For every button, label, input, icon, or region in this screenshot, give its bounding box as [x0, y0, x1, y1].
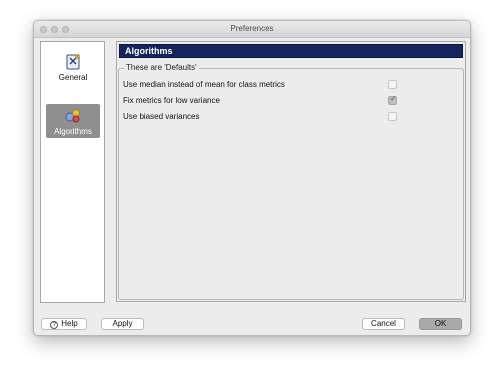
help-icon: ?: [50, 321, 59, 329]
sidebar-item-general[interactable]: General: [46, 50, 100, 84]
window-title: Preferences: [230, 24, 274, 33]
option-label: Use biased variances: [123, 112, 200, 121]
sidebar-item-algorithms[interactable]: Algorithms: [46, 104, 100, 138]
algorithms-icon: [64, 107, 82, 125]
sidebar-item-label: General: [58, 73, 88, 82]
general-settings-icon: [64, 53, 82, 71]
sidebar-item-label: Algorithms: [54, 127, 92, 136]
biased-variances-checkbox[interactable]: [388, 112, 397, 121]
panel-title: Algorithms: [119, 44, 463, 58]
preferences-window: Preferences General Algorithms Algorithm…: [33, 20, 471, 336]
option-row-low-variance: Fix metrics for low variance ✓: [123, 94, 459, 108]
ok-button[interactable]: OK: [419, 318, 462, 330]
option-label: Fix metrics for low variance: [123, 96, 220, 105]
help-label: Help: [61, 319, 78, 328]
low-variance-checkbox[interactable]: ✓: [388, 94, 397, 105]
group-title: These are 'Defaults': [124, 63, 199, 72]
median-checkbox[interactable]: [388, 80, 397, 89]
checkmark-icon: ✓: [390, 94, 397, 103]
help-button[interactable]: ? Help: [41, 318, 87, 330]
defaults-group: These are 'Defaults' Use median instead …: [118, 63, 464, 300]
option-label: Use median instead of mean for class met…: [123, 80, 285, 89]
option-row-biased-variances: Use biased variances: [123, 110, 459, 124]
cancel-button[interactable]: Cancel: [362, 318, 405, 330]
option-row-median: Use median instead of mean for class met…: [123, 78, 459, 92]
preferences-sidebar: General Algorithms: [40, 41, 105, 303]
title-bar: Preferences: [34, 21, 470, 38]
apply-button[interactable]: Apply: [101, 318, 144, 330]
preferences-content-panel: Algorithms These are 'Defaults' Use medi…: [116, 41, 466, 302]
